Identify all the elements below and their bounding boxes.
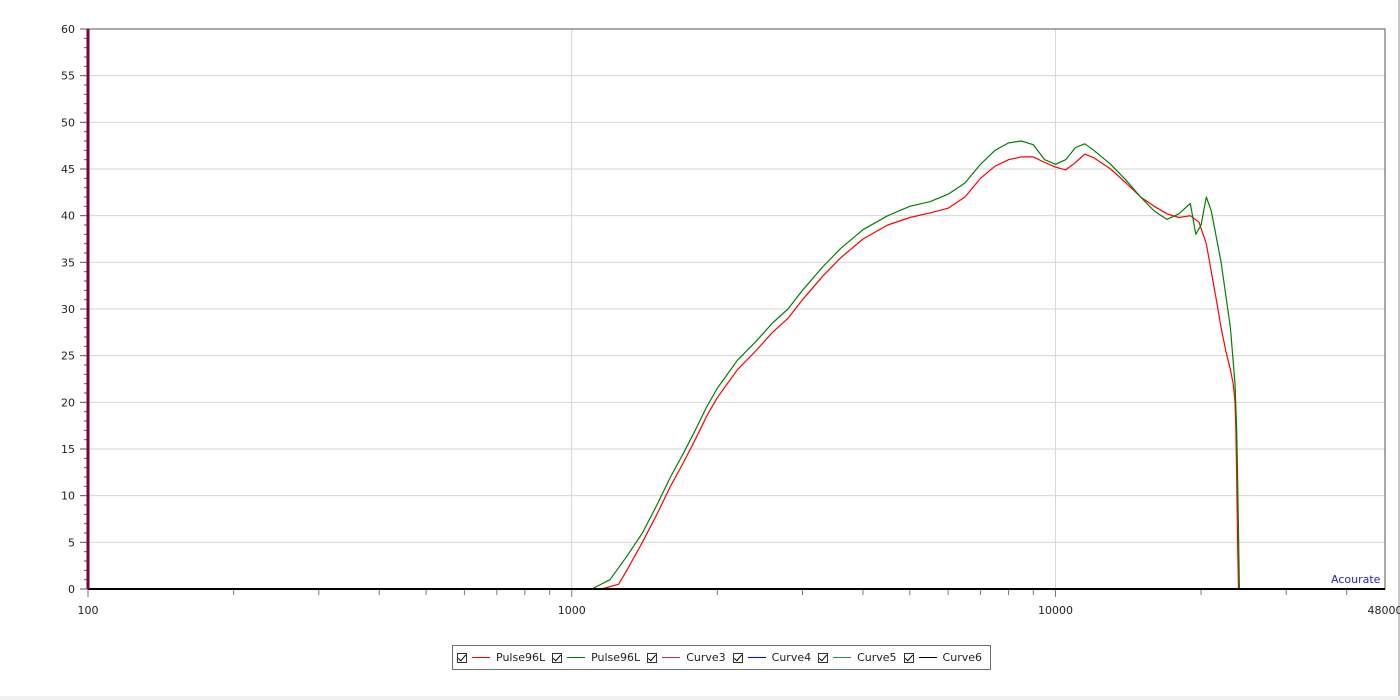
legend-swatch bbox=[662, 657, 681, 658]
y-tick-label: 10 bbox=[61, 490, 75, 503]
y-tick-label: 55 bbox=[61, 70, 75, 83]
legend-label: Curve6 bbox=[942, 651, 982, 664]
legend-label: Pulse96L bbox=[496, 651, 546, 664]
y-tick-label: 45 bbox=[61, 163, 75, 176]
legend-swatch bbox=[833, 657, 852, 658]
legend: Pulse96L Pulse96L Curve3 Curve4 Curve5 Curve6 bbox=[452, 645, 991, 670]
x-tick-label: 100 bbox=[78, 604, 99, 617]
legend-checkbox[interactable] bbox=[552, 652, 563, 663]
y-tick-label: 0 bbox=[68, 583, 75, 596]
legend-label: Curve4 bbox=[771, 651, 812, 664]
legend-label: Curve3 bbox=[686, 651, 726, 664]
legend-item-6[interactable]: Curve6 bbox=[903, 651, 982, 664]
legend-checkbox[interactable] bbox=[732, 652, 743, 663]
y-tick-label: 25 bbox=[61, 350, 75, 363]
frequency-response-plot[interactable]: 0 5 10 15 20 25 30 35 40 45 50 55 60 100 1000 10000 4800… bbox=[0, 0, 1400, 640]
legend-swatch bbox=[567, 657, 586, 658]
legend-label: Curve5 bbox=[857, 651, 897, 664]
y-tick-label: 50 bbox=[61, 116, 75, 129]
y-tick-label: 30 bbox=[61, 303, 75, 316]
legend-checkbox[interactable] bbox=[457, 652, 467, 663]
legend-label: Pulse96L bbox=[591, 651, 641, 664]
legend-swatch bbox=[918, 657, 937, 658]
legend-swatch bbox=[472, 657, 490, 658]
legend-item-5[interactable]: Curve5 bbox=[818, 651, 897, 664]
legend-swatch bbox=[747, 657, 766, 658]
legend-item-4[interactable]: Curve4 bbox=[732, 651, 812, 664]
y-tick-label: 35 bbox=[61, 256, 75, 269]
x-tick-label: 1000 bbox=[558, 604, 586, 617]
legend-item-3[interactable]: Curve3 bbox=[647, 651, 726, 664]
chart-window: 0 5 10 15 20 25 30 35 40 45 50 55 60 100 1000 10000 4800… bbox=[0, 0, 1400, 696]
x-tick-label: 48000 bbox=[1368, 604, 1400, 617]
legend-checkbox[interactable] bbox=[647, 652, 658, 663]
legend-item-2[interactable]: Pulse96L bbox=[552, 651, 640, 664]
y-tick-label: 15 bbox=[61, 443, 75, 456]
brand-label: Acourate bbox=[1331, 573, 1381, 586]
y-tick-label: 60 bbox=[61, 23, 75, 36]
y-tick-label: 20 bbox=[61, 396, 75, 409]
legend-item-1[interactable]: Pulse96L bbox=[457, 651, 545, 664]
legend-checkbox[interactable] bbox=[903, 652, 914, 663]
x-tick-label: 10000 bbox=[1038, 604, 1073, 617]
y-tick-label: 40 bbox=[61, 210, 75, 223]
y-tick-label: 5 bbox=[68, 536, 75, 549]
legend-checkbox[interactable] bbox=[818, 652, 829, 663]
